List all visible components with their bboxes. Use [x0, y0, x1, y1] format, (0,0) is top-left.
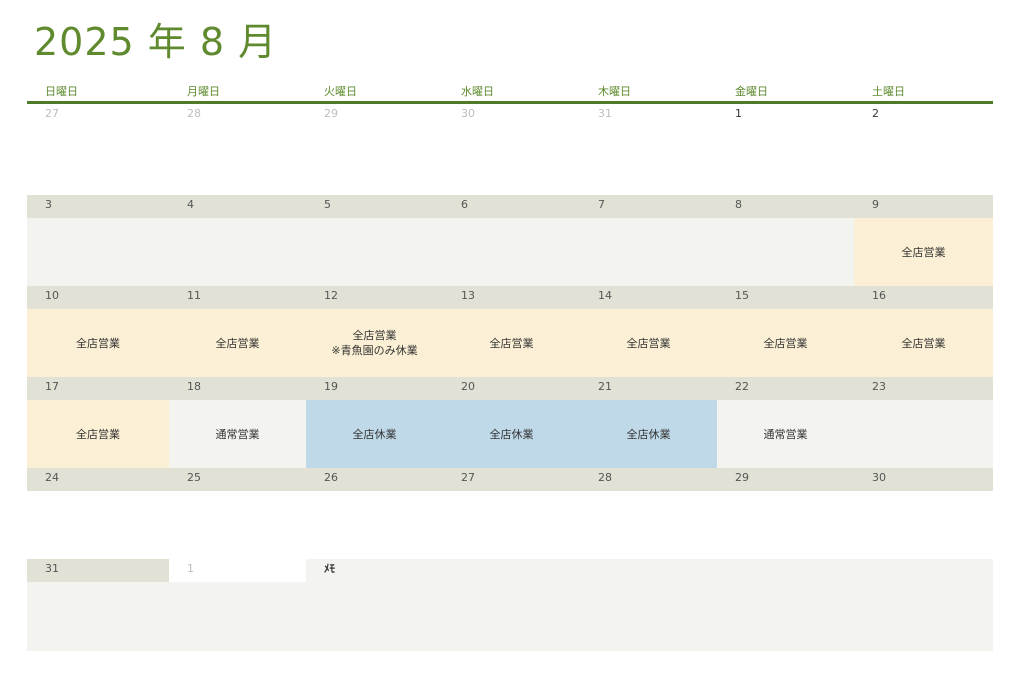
event-text: 全店営業 ※青魚園のみ休業 [331, 329, 418, 357]
day-number[interactable]: 16 [854, 286, 993, 309]
day-cell[interactable] [306, 491, 443, 559]
day-number[interactable]: 28 [169, 104, 306, 127]
day-number[interactable]: 12 [306, 286, 443, 309]
memo-label: ﾒﾓ [306, 559, 993, 582]
day-cell[interactable] [306, 127, 443, 195]
day-cell-closed[interactable]: 全店休業 [443, 400, 580, 468]
day-cell[interactable] [169, 491, 306, 559]
day-cell[interactable] [169, 127, 306, 195]
day-cell-open[interactable]: 全店営業 [717, 309, 854, 377]
day-number[interactable]: 29 [717, 468, 854, 491]
weekday-monday: 月曜日 [187, 85, 220, 98]
day-number[interactable]: 9 [854, 195, 993, 218]
weekday-friday: 金曜日 [735, 85, 768, 98]
day-number[interactable]: 3 [27, 195, 169, 218]
day-cell[interactable] [717, 127, 854, 195]
day-cell[interactable] [443, 491, 580, 559]
day-number[interactable]: 2 [854, 104, 993, 127]
day-cell[interactable] [580, 218, 717, 286]
month-calendar: 日曜日 月曜日 火曜日 水曜日 木曜日 金曜日 土曜日 27 28 29 30 … [27, 84, 993, 651]
day-cell[interactable] [854, 400, 993, 468]
day-number[interactable]: 13 [443, 286, 580, 309]
day-number[interactable]: 15 [717, 286, 854, 309]
calendar-week-2: 3 4 5 6 7 8 9 全店営業 [27, 195, 993, 286]
day-number[interactable]: 23 [854, 377, 993, 400]
day-number[interactable]: 8 [717, 195, 854, 218]
day-cell-closed[interactable]: 全店休業 [580, 400, 717, 468]
day-number[interactable]: 4 [169, 195, 306, 218]
weekday-header: 日曜日 月曜日 火曜日 水曜日 木曜日 金曜日 土曜日 [27, 84, 993, 104]
day-number[interactable]: 7 [580, 195, 717, 218]
day-cell[interactable] [717, 491, 854, 559]
weekday-thursday: 木曜日 [598, 85, 631, 98]
day-cell[interactable] [27, 582, 169, 651]
day-number[interactable]: 30 [854, 468, 993, 491]
day-number[interactable]: 28 [580, 468, 717, 491]
calendar-week-4: 17 18 19 20 21 22 23 全店営業 通常営業 全店休業 全店休業… [27, 377, 993, 468]
day-cell-open[interactable]: 全店営業 [27, 400, 169, 468]
day-number[interactable]: 24 [27, 468, 169, 491]
day-cell[interactable]: 通常営業 [169, 400, 306, 468]
page-title: 2025 年 8 月 [34, 20, 278, 64]
day-cell[interactable] [580, 491, 717, 559]
calendar-week-5: 24 25 26 27 28 29 30 [27, 468, 993, 559]
weekday-tuesday: 火曜日 [324, 85, 357, 98]
day-number[interactable]: 17 [27, 377, 169, 400]
day-number[interactable]: 11 [169, 286, 306, 309]
day-cell[interactable] [580, 127, 717, 195]
day-cell[interactable] [854, 127, 993, 195]
day-cell[interactable] [306, 218, 443, 286]
day-number[interactable]: 29 [306, 104, 443, 127]
day-number[interactable]: 1 [169, 559, 306, 582]
day-cell-open[interactable]: 全店営業 [854, 218, 993, 286]
day-cell[interactable] [27, 127, 169, 195]
memo-area[interactable] [306, 582, 993, 651]
day-number[interactable]: 6 [443, 195, 580, 218]
day-number[interactable]: 5 [306, 195, 443, 218]
day-cell-open[interactable]: 全店営業 ※青魚園のみ休業 [306, 309, 443, 377]
day-cell-open[interactable]: 全店営業 [854, 309, 993, 377]
day-cell[interactable] [443, 218, 580, 286]
day-cell[interactable] [27, 218, 169, 286]
day-cell-open[interactable]: 全店営業 [169, 309, 306, 377]
day-number[interactable]: 31 [580, 104, 717, 127]
day-cell-open[interactable]: 全店営業 [580, 309, 717, 377]
day-number[interactable]: 31 [27, 559, 169, 582]
weekday-wednesday: 水曜日 [461, 85, 494, 98]
day-cell[interactable] [27, 491, 169, 559]
weekday-sunday: 日曜日 [45, 85, 78, 98]
day-cell[interactable] [854, 491, 993, 559]
day-number[interactable]: 20 [443, 377, 580, 400]
day-number[interactable]: 27 [27, 104, 169, 127]
day-number[interactable]: 30 [443, 104, 580, 127]
day-cell[interactable] [169, 582, 306, 651]
day-number[interactable]: 19 [306, 377, 443, 400]
day-number[interactable]: 10 [27, 286, 169, 309]
day-cell[interactable] [169, 218, 306, 286]
day-number[interactable]: 27 [443, 468, 580, 491]
day-cell[interactable] [443, 127, 580, 195]
day-number[interactable]: 18 [169, 377, 306, 400]
day-cell-open[interactable]: 全店営業 [443, 309, 580, 377]
day-cell[interactable]: 通常営業 [717, 400, 854, 468]
day-number[interactable]: 25 [169, 468, 306, 491]
day-cell-open[interactable]: 全店営業 [27, 309, 169, 377]
calendar-week-1: 27 28 29 30 31 1 2 [27, 104, 993, 195]
day-number[interactable]: 21 [580, 377, 717, 400]
day-number[interactable]: 14 [580, 286, 717, 309]
day-cell-closed[interactable]: 全店休業 [306, 400, 443, 468]
day-number[interactable]: 22 [717, 377, 854, 400]
day-number[interactable]: 26 [306, 468, 443, 491]
weekday-saturday: 土曜日 [872, 85, 905, 98]
calendar-week-6: 31 1 ﾒﾓ [27, 559, 993, 651]
day-cell[interactable] [717, 218, 854, 286]
calendar-week-3: 10 11 12 13 14 15 16 全店営業 全店営業 全店営業 ※青魚園… [27, 286, 993, 377]
day-number[interactable]: 1 [717, 104, 854, 127]
